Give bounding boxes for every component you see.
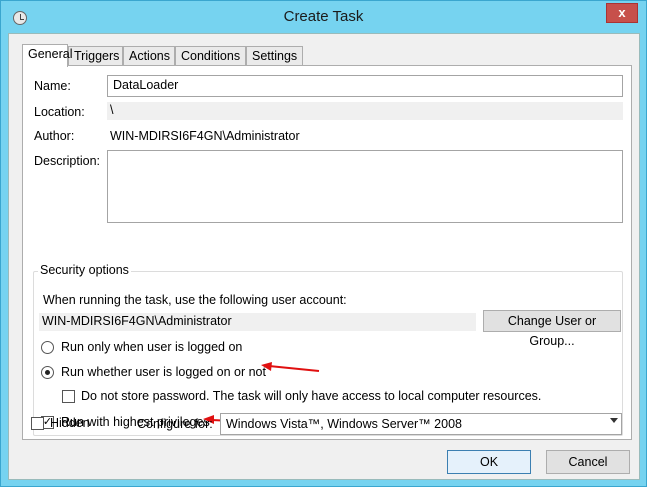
run-whether-radio[interactable] — [41, 366, 54, 379]
window-title: Create Task — [283, 8, 364, 25]
configure-for-label: Configure for: — [137, 417, 213, 431]
no-store-password-label[interactable]: Do not store password. The task will onl… — [81, 389, 541, 403]
dropdown-arrow-icon[interactable] — [610, 418, 618, 423]
run-logged-on-radio[interactable] — [41, 341, 54, 354]
dialog-client: General Triggers Actions Conditions Sett… — [8, 33, 640, 480]
hidden-checkbox[interactable] — [31, 417, 44, 430]
name-label: Name: — [34, 79, 71, 93]
configure-for-value: Windows Vista™, Windows Server™ 2008 — [226, 417, 462, 431]
security-options-group: Security options When running the task, … — [33, 263, 623, 436]
tab-general[interactable]: General — [22, 44, 72, 67]
change-user-button[interactable]: Change User or Group... — [483, 310, 621, 348]
close-icon[interactable]: x — [606, 3, 638, 23]
security-options-title: Security options — [38, 263, 131, 277]
tab-conditions[interactable]: Conditions — [175, 46, 246, 66]
cancel-button[interactable]: Cancel — [546, 450, 630, 474]
run-whether-label[interactable]: Run whether user is logged on or not — [61, 365, 266, 379]
hidden-label[interactable]: Hidden — [50, 416, 90, 430]
author-value: WIN-MDIRSI6F4GN\Administrator — [110, 129, 300, 143]
account-prompt: When running the task, use the following… — [43, 293, 347, 307]
tab-triggers[interactable]: Triggers — [68, 46, 123, 66]
user-account-value: WIN-MDIRSI6F4GN\Administrator — [39, 313, 476, 331]
location-label: Location: — [34, 105, 85, 119]
run-logged-on-label[interactable]: Run only when user is logged on — [61, 340, 242, 354]
tab-actions[interactable]: Actions — [123, 46, 175, 66]
annotation-arrow-run-whether — [261, 362, 320, 372]
configure-for-select[interactable]: Windows Vista™, Windows Server™ 2008 — [220, 413, 622, 435]
create-task-window: Create Task x General Triggers Actions C… — [0, 0, 647, 487]
description-label: Description: — [34, 154, 100, 168]
author-label: Author: — [34, 129, 75, 143]
location-value: \ — [107, 102, 623, 120]
general-panel: Name: DataLoader Location: \ Author: WIN… — [22, 65, 632, 440]
description-input[interactable] — [107, 150, 623, 223]
ok-button[interactable]: OK — [447, 450, 531, 474]
title-bar[interactable]: Create Task x — [1, 1, 646, 34]
tab-settings[interactable]: Settings — [246, 46, 303, 66]
name-input[interactable]: DataLoader — [107, 75, 623, 97]
no-store-password-checkbox[interactable] — [62, 390, 75, 403]
